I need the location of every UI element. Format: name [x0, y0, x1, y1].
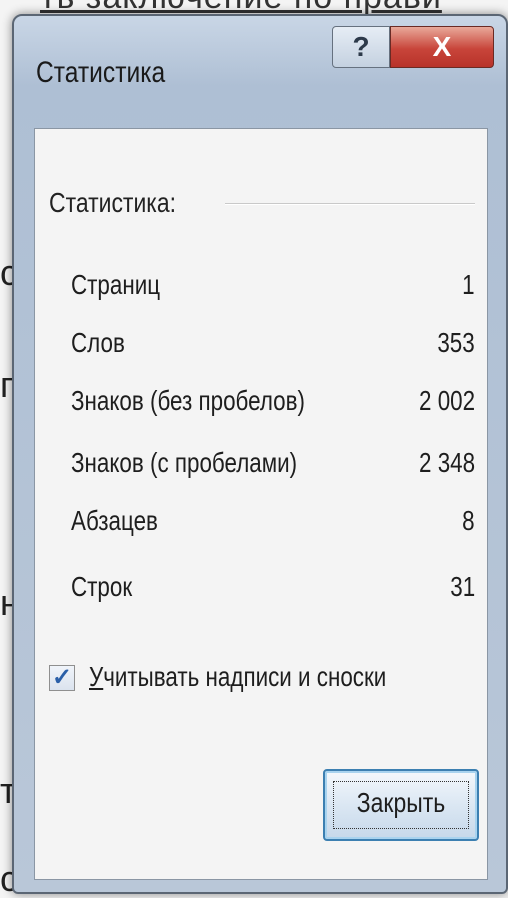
include-textboxes-checkbox[interactable]: ✓ Учитывать надписи и сноски: [49, 661, 469, 701]
stat-label: Слов: [71, 327, 125, 358]
checkmark-icon: ✓: [51, 664, 73, 691]
help-icon: ?: [352, 31, 370, 62]
title-bar[interactable]: Статистика ? X: [14, 16, 506, 126]
stat-row-pages: Страниц 1: [71, 269, 475, 309]
stat-row-paragraphs: Абзацев 8: [71, 505, 475, 545]
stat-label: Знаков (с пробелами): [71, 447, 298, 478]
close-icon: X: [432, 31, 452, 62]
stat-row-words: Слов 353: [71, 327, 475, 367]
checkbox-box[interactable]: ✓: [49, 665, 75, 691]
stat-row-chars-no-spaces: Знаков (без пробелов) 2 002: [71, 385, 475, 425]
stat-value: 8: [462, 505, 475, 536]
help-button[interactable]: ?: [332, 26, 390, 68]
statistics-dialog: Статистика ? X Статистика: Страниц 1 Сло…: [12, 14, 508, 894]
stat-value: 353: [437, 327, 475, 358]
stat-label: Абзацев: [71, 505, 158, 536]
close-button-label: Закрыть: [356, 787, 446, 818]
stat-value: 2 348: [418, 447, 475, 478]
stat-row-chars-with-spaces: Знаков (с пробелами) 2 348: [71, 447, 475, 487]
stat-value: 2 002: [418, 385, 475, 416]
dialog-body: Статистика: Страниц 1 Слов 353 Знаков (б…: [34, 128, 488, 880]
stat-value: 31: [450, 571, 475, 602]
access-key-letter: У: [89, 661, 104, 692]
stat-label: Страниц: [71, 269, 161, 300]
stat-value: 1: [462, 269, 475, 300]
window-close-button[interactable]: X: [390, 26, 494, 68]
include-textboxes-label[interactable]: Учитывать надписи и сноски: [89, 661, 386, 693]
close-button[interactable]: Закрыть: [323, 769, 479, 841]
label-rest: читывать надписи и сноски: [103, 661, 387, 692]
stat-label: Строк: [71, 571, 133, 602]
dialog-title: Статистика: [36, 56, 166, 89]
statistics-group-label: Статистика:: [49, 187, 176, 218]
stat-label: Знаков (без пробелов): [71, 385, 305, 416]
stat-row-lines: Строк 31: [71, 571, 475, 611]
group-separator: [225, 203, 475, 205]
